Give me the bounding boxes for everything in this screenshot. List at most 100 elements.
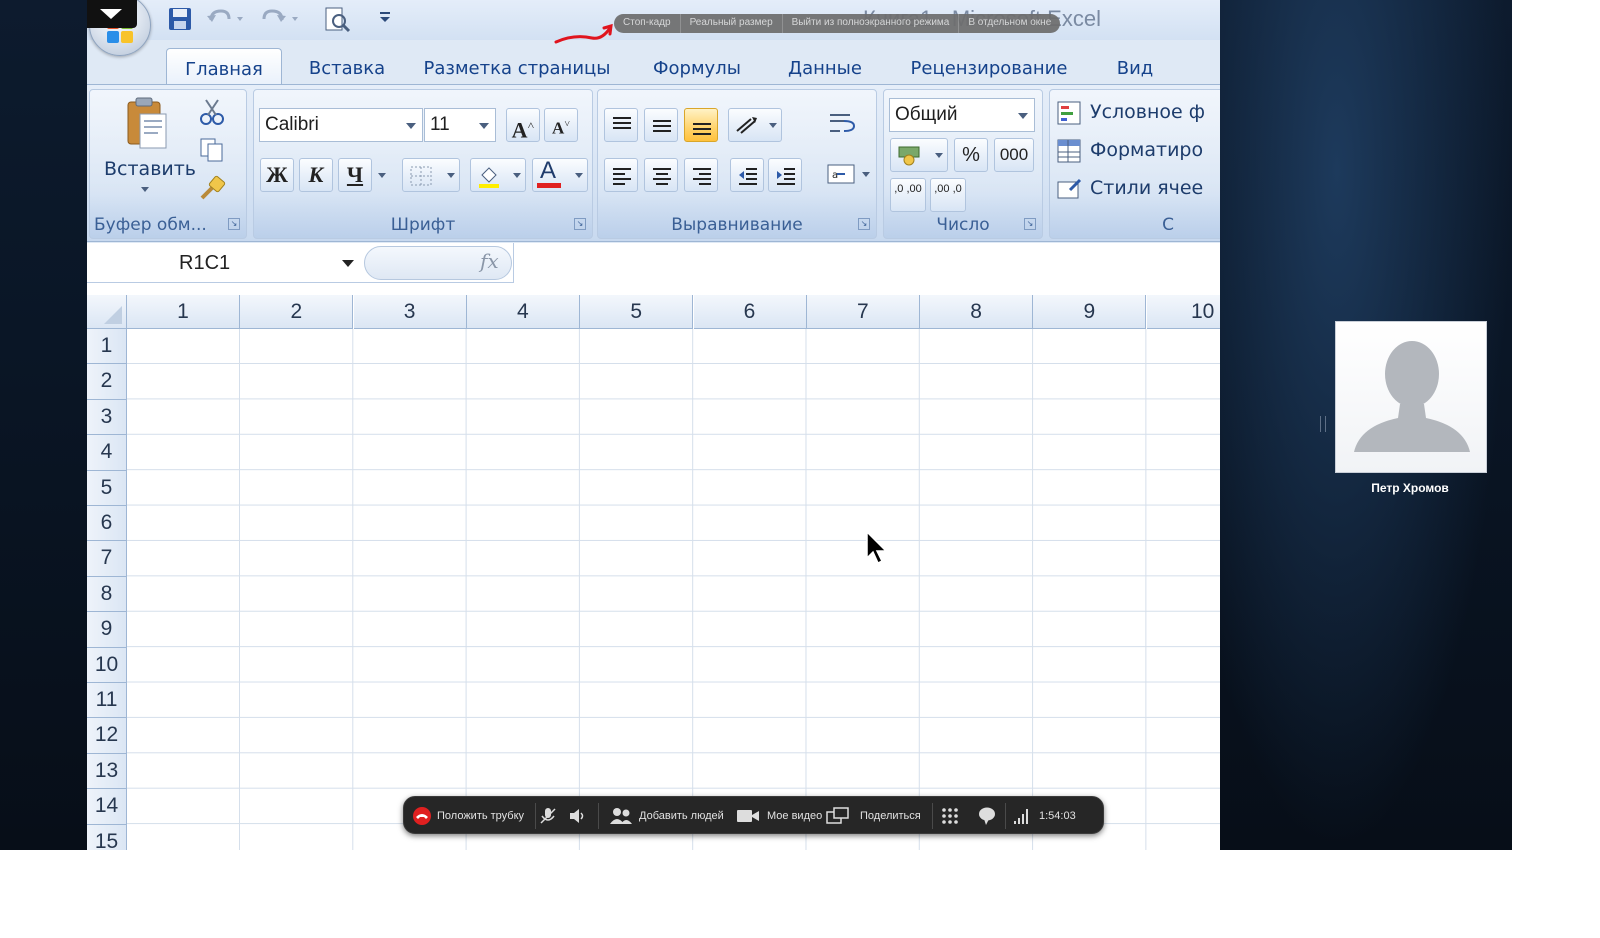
format-as-table-button[interactable]: Форматиро (1056, 138, 1220, 166)
tab-insert[interactable]: Вставка (297, 48, 397, 84)
save-icon[interactable] (167, 6, 193, 30)
collapse-dropdown-button[interactable] (87, 0, 137, 28)
alignment-launcher-icon[interactable]: ↘ (858, 218, 870, 230)
column-header[interactable]: 10 (1146, 295, 1220, 329)
chevron-down-icon (575, 173, 583, 178)
participant-avatar[interactable] (1335, 321, 1487, 473)
cut-icon[interactable] (198, 98, 226, 126)
underline-dropdown-icon[interactable] (378, 173, 386, 178)
italic-button[interactable]: К (299, 158, 333, 192)
font-name-combo[interactable]: Calibri (259, 108, 423, 142)
column-header[interactable]: 6 (693, 295, 807, 329)
column-header[interactable]: 2 (240, 295, 354, 329)
select-all-button[interactable] (87, 295, 127, 329)
tab-view[interactable]: Вид (1107, 48, 1163, 84)
exit-fullscreen-button[interactable]: Выйти из полноэкранного режима (783, 14, 960, 33)
row-header[interactable]: 15 (87, 824, 127, 850)
column-header[interactable]: 8 (920, 295, 1034, 329)
borders-button[interactable] (402, 158, 460, 192)
row-header[interactable]: 2 (87, 364, 127, 400)
redo-icon[interactable] (260, 6, 300, 30)
underline-button[interactable]: Ч (338, 158, 372, 192)
hangup-button[interactable]: Положить трубку (404, 797, 528, 835)
number-launcher-icon[interactable]: ↘ (1024, 218, 1036, 230)
grow-font-button[interactable]: A˄ (506, 108, 540, 142)
tab-review[interactable]: Рецензирование (899, 48, 1079, 84)
customize-qat-icon[interactable] (378, 6, 392, 30)
font-color-button[interactable]: A (532, 157, 588, 192)
font-launcher-icon[interactable]: ↘ (574, 218, 586, 230)
row-header[interactable]: 13 (87, 753, 127, 790)
row-header[interactable]: 10 (87, 647, 127, 683)
bold-button[interactable]: Ж (260, 158, 294, 192)
merge-center-button[interactable]: a (826, 162, 874, 188)
row-header[interactable]: 7 (87, 541, 127, 577)
currency-format-button[interactable] (890, 138, 948, 172)
percent-button[interactable]: % (954, 138, 988, 172)
column-header[interactable]: 4 (466, 295, 580, 329)
tab-data[interactable]: Данные (782, 48, 868, 84)
row-header[interactable]: 1 (87, 329, 127, 365)
align-right-button[interactable] (684, 158, 718, 192)
column-header[interactable]: 5 (580, 295, 694, 329)
paste-icon (127, 97, 167, 149)
separate-window-button[interactable]: В отдельном окне (959, 14, 1060, 33)
dialpad-icon[interactable] (940, 806, 960, 826)
tab-page-layout[interactable]: Разметка страницы (417, 48, 617, 84)
align-bottom-button[interactable] (684, 108, 718, 142)
orientation-button[interactable] (728, 108, 782, 142)
name-box[interactable]: R1C1 (87, 246, 367, 280)
thousands-separator-button[interactable]: 000 (994, 138, 1034, 172)
row-header[interactable]: 5 (87, 470, 127, 506)
my-video-button[interactable]: Мое видео (734, 797, 824, 835)
tab-formulas[interactable]: Формулы (647, 48, 747, 84)
number-format-combo[interactable]: Общий (889, 98, 1035, 132)
font-size-combo[interactable]: 11 (424, 108, 496, 142)
speaker-icon[interactable] (567, 806, 587, 826)
resize-handle[interactable] (1320, 416, 1326, 432)
cells-area[interactable] (127, 329, 1220, 850)
row-header[interactable]: 8 (87, 576, 127, 613)
row-header[interactable]: 11 (87, 683, 127, 719)
row-header[interactable]: 3 (87, 399, 127, 436)
wrap-text-icon[interactable] (828, 110, 856, 136)
tab-home[interactable]: Главная (166, 48, 282, 84)
column-header[interactable]: 7 (806, 295, 920, 329)
chat-bubble-icon[interactable] (977, 806, 997, 826)
shrink-font-button[interactable]: A˅ (544, 108, 578, 142)
paste-button[interactable]: Вставить (100, 96, 196, 196)
copy-icon[interactable] (198, 136, 226, 164)
row-header[interactable]: 6 (87, 506, 127, 542)
conditional-formatting-button[interactable]: Условное ф (1056, 100, 1220, 128)
row-header[interactable]: 12 (87, 718, 127, 754)
decrease-indent-button[interactable] (730, 158, 764, 192)
column-header[interactable]: 3 (353, 295, 467, 329)
row-header[interactable]: 4 (87, 435, 127, 471)
worksheet-grid[interactable]: 1 2 3 4 5 6 7 8 9 10 1 2 3 4 5 6 7 8 9 10 11 12 13 14 15 (87, 295, 1220, 850)
format-painter-icon[interactable] (198, 174, 226, 202)
insert-function-icon[interactable]: fx (480, 249, 499, 273)
formula-input[interactable] (513, 243, 1220, 283)
chevron-down-icon[interactable] (342, 260, 354, 267)
freeze-frame-button[interactable]: Стоп-кадр (614, 14, 681, 33)
microphone-muted-icon[interactable] (538, 806, 558, 826)
cell-styles-button[interactable]: Стили ячее (1056, 176, 1220, 204)
row-header[interactable]: 14 (87, 789, 127, 825)
add-people-button[interactable]: Добавить людей (604, 797, 728, 835)
align-center-button[interactable] (644, 158, 678, 192)
clipboard-launcher-icon[interactable]: ↘ (228, 218, 240, 230)
align-top-button[interactable] (604, 108, 638, 142)
decrease-decimal-button[interactable]: ,00 ,0 (930, 178, 966, 212)
undo-icon[interactable] (205, 6, 245, 30)
align-left-button[interactable] (604, 158, 638, 192)
column-header[interactable]: 9 (1033, 295, 1147, 329)
align-middle-button[interactable] (644, 108, 678, 142)
share-button[interactable]: Поделиться (826, 797, 928, 835)
column-header[interactable]: 1 (127, 295, 240, 329)
actual-size-button[interactable]: Реальный размер (681, 14, 783, 33)
print-preview-icon[interactable] (322, 6, 352, 33)
increase-indent-button[interactable] (768, 158, 802, 192)
increase-decimal-button[interactable]: ,0 ,00 (890, 178, 926, 212)
row-header[interactable]: 9 (87, 612, 127, 648)
fill-color-button[interactable] (470, 158, 526, 192)
